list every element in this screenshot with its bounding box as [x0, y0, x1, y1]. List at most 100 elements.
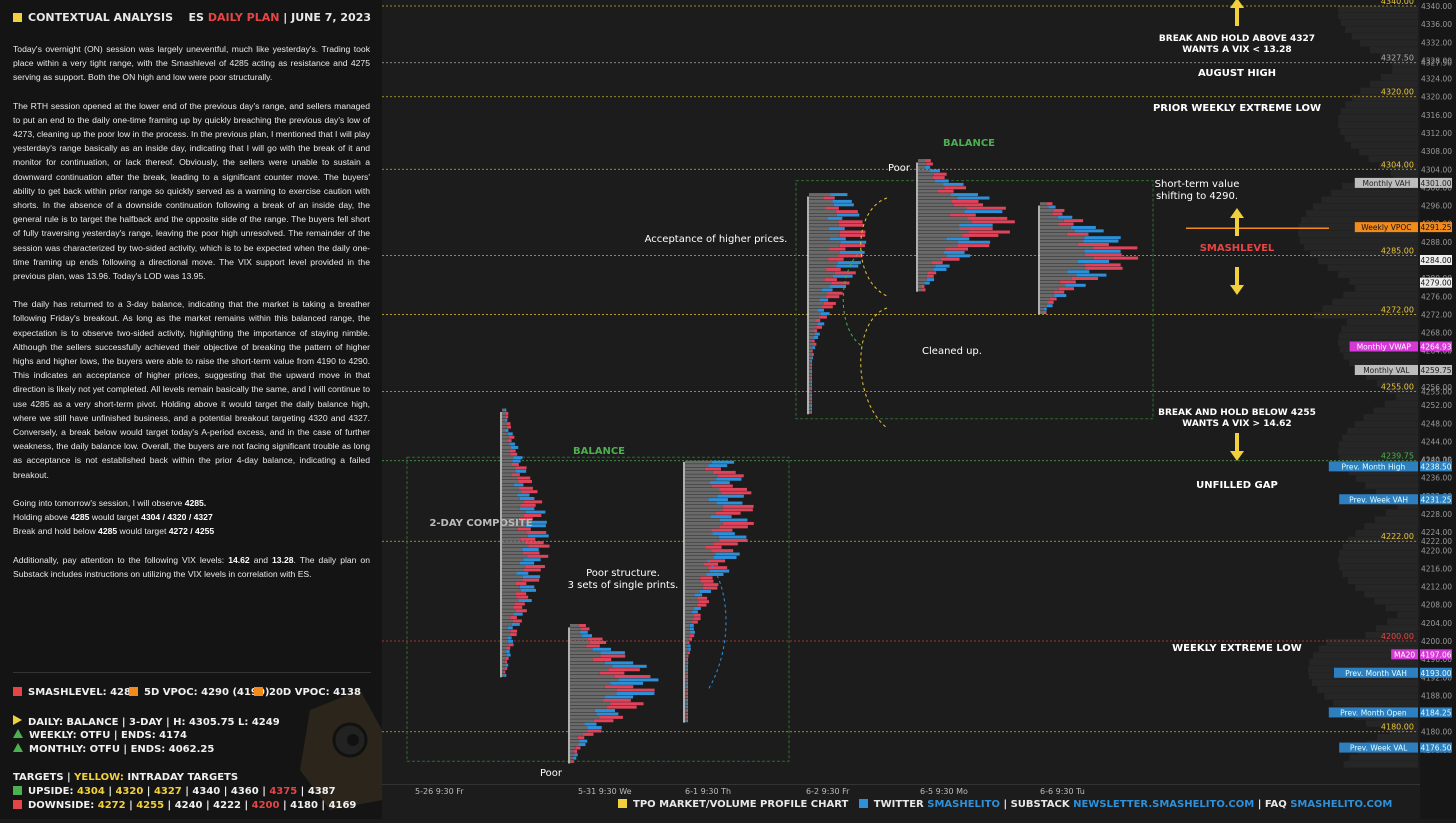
tpo-bar: [685, 562, 704, 566]
substack-link[interactable]: NEWSLETTER.SMASHELITO.COM: [1073, 799, 1254, 810]
up-triangle-icon: [13, 729, 23, 738]
tpo-bar: [1040, 287, 1059, 291]
volume-bar: [610, 681, 644, 685]
price-tick-label: 4180.00: [1421, 728, 1452, 737]
volume-profile-bar: [1343, 352, 1418, 360]
analysis-paragraph-4: Going into tomorrow's session, I will ob…: [13, 496, 370, 539]
price-tick-label: 4228.00: [1421, 510, 1452, 519]
tpo-bar: [502, 629, 511, 633]
tpo-bar: [502, 435, 509, 439]
volume-bar: [515, 609, 527, 613]
tpo-bar: [502, 605, 514, 609]
tpo-bar: [502, 490, 522, 494]
volume-bar: [700, 579, 714, 583]
volume-bar: [516, 595, 529, 599]
tpo-bar: [685, 535, 719, 539]
tpo-bar: [570, 712, 597, 716]
volume-profile-bar: [1338, 557, 1418, 564]
volume-bar: [604, 661, 634, 665]
tpo-bar: [685, 705, 687, 709]
upside-targets: UPSIDE: 4304 | 4320 | 4327 | 4340 | 4360…: [13, 786, 336, 797]
volume-bar: [586, 644, 600, 648]
tpo-bar: [502, 473, 512, 477]
volume-bar: [688, 647, 691, 651]
tpo-bar: [685, 511, 716, 515]
reference-tag-value: 4279.00: [1420, 279, 1451, 288]
volume-bar: [527, 534, 549, 538]
volume-bar: [505, 663, 509, 667]
tpo-bar: [502, 425, 507, 429]
tpo-bar: [809, 363, 811, 367]
volume-bar: [830, 193, 848, 197]
tpo-bar: [1040, 280, 1060, 284]
red-square-icon: [13, 800, 22, 809]
reference-tag-name: Prev. Week VAH: [1349, 495, 1408, 504]
volume-bar: [933, 172, 947, 176]
volume-bar: [709, 481, 730, 485]
tpo-bar: [570, 743, 579, 747]
volume-bar: [957, 244, 990, 248]
tpo-bar: [809, 342, 814, 346]
volume-bar: [505, 415, 509, 419]
volume-bar: [1058, 287, 1075, 291]
volume-bar: [686, 702, 688, 706]
volume-bar: [840, 240, 867, 244]
volume-bar: [1057, 215, 1073, 219]
tpo-bar: [685, 688, 687, 692]
tpo-bar: [685, 637, 689, 641]
tpo-bar: [570, 627, 581, 631]
tpo-bar: [1040, 222, 1059, 226]
volume-bar: [508, 639, 514, 643]
instrument-label: ES: [188, 11, 204, 24]
volume-bar: [810, 363, 813, 367]
tpo-bar: [570, 644, 587, 648]
tpo-bar: [809, 233, 840, 237]
volume-bar: [587, 726, 602, 730]
volume-bar: [716, 501, 743, 505]
faq-link[interactable]: SMASHELITO.COM: [1290, 799, 1392, 810]
poor-annotation: Poor: [540, 768, 563, 779]
tpo-bar: [502, 466, 516, 470]
key-level-label: 4222.00: [1381, 532, 1414, 541]
observe-level: 4285.: [184, 497, 207, 508]
tpo-bar: [1040, 202, 1047, 206]
volume-bar: [935, 264, 950, 268]
tpo-bar: [502, 592, 516, 596]
volume-bar: [515, 469, 527, 473]
tpo-bar: [809, 380, 811, 384]
volume-profile-bar: [1363, 414, 1418, 421]
volume-bar: [700, 576, 713, 580]
volume-profile-bar: [1338, 121, 1418, 129]
volume-bar: [699, 589, 711, 593]
key-level-label: 4180.00: [1381, 723, 1414, 732]
twitter-link[interactable]: SMASHELITO: [927, 799, 1000, 810]
break-above-annotation: BREAK AND HOLD ABOVE 4327: [1159, 34, 1315, 44]
tpo-bar: [809, 257, 829, 261]
tpo-bar: [918, 196, 958, 200]
volume-profile-bar: [1340, 128, 1418, 135]
volume-bar: [829, 247, 846, 251]
tpo-bar: [918, 237, 947, 241]
volume-bar: [810, 390, 812, 394]
downside-target: 4222: [213, 800, 241, 811]
volume-bar: [606, 705, 637, 709]
tpo-bar: [685, 620, 693, 624]
analysis-panel: CONTEXTUAL ANALYSIS ES DAILY PLAN | JUNE…: [0, 0, 382, 819]
volume-bar: [504, 667, 508, 671]
volume-bar: [811, 352, 814, 356]
tpo-bar: [918, 271, 929, 275]
volume-bar: [1084, 263, 1121, 267]
tpo-bar: [809, 397, 811, 401]
tpo-bar: [685, 549, 712, 553]
volume-bar: [686, 712, 688, 716]
key-level-label: 4327.50: [1381, 54, 1414, 63]
price-tick-label: 4316.00: [1421, 111, 1452, 120]
tpo-bar: [570, 664, 613, 668]
volume-bar: [814, 332, 820, 336]
tpo-bar: [502, 660, 505, 664]
volume-bar: [506, 422, 511, 426]
volume-bar: [505, 411, 509, 415]
tpo-bar: [570, 705, 607, 709]
tpo-bar: [1040, 239, 1084, 243]
volume-bar: [825, 295, 840, 299]
